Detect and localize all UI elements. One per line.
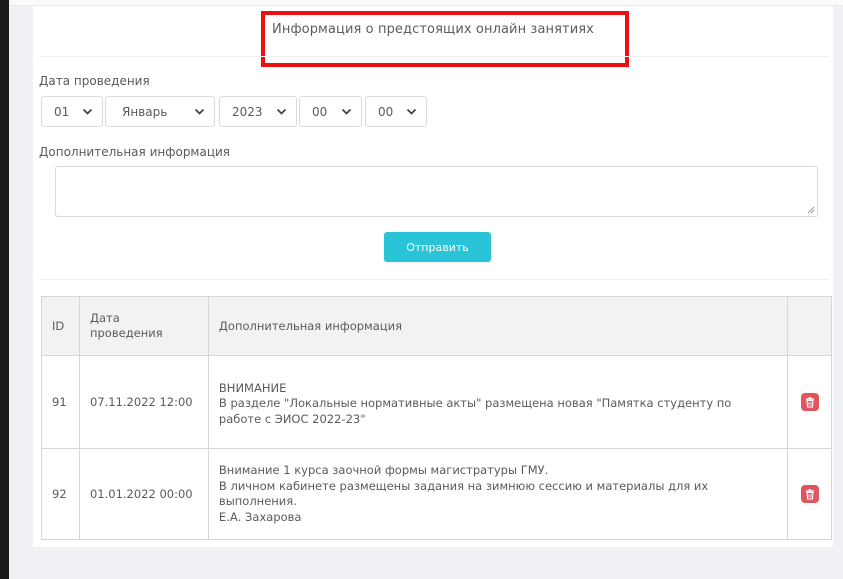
classes-table: ID Дата проведения Дополнительная информ… xyxy=(41,296,832,540)
trash-icon xyxy=(805,396,814,408)
additional-info-label: Дополнительная информация xyxy=(39,145,231,159)
header-id: ID xyxy=(41,296,80,356)
row-info: Внимание 1 курса заочной формы магистрат… xyxy=(207,448,789,540)
table-row: 91 07.11.2022 12:00 ВНИМАНИЕ В разделе "… xyxy=(41,355,832,449)
chevron-down-icon xyxy=(194,108,205,115)
minute-select[interactable]: 00 xyxy=(365,96,427,127)
header-actions xyxy=(787,296,832,356)
row-id: 91 xyxy=(41,355,80,449)
row-actions xyxy=(787,355,832,449)
year-select-value: 2023 xyxy=(232,104,263,119)
header-date-text: Дата проведения xyxy=(89,311,163,340)
minute-select-value: 00 xyxy=(378,104,394,119)
row-info-line: Е.А. Захарова xyxy=(218,509,302,524)
chevron-down-icon xyxy=(82,108,93,115)
month-select-value: Январь xyxy=(122,104,168,119)
row-info: ВНИМАНИЕ В разделе "Локальные нормативны… xyxy=(207,355,789,449)
row-id: 92 xyxy=(41,448,80,540)
form-divider xyxy=(39,279,829,280)
hour-select[interactable]: 00 xyxy=(299,96,362,127)
table-row: 92 01.01.2022 00:00 Внимание 1 курса зао… xyxy=(41,448,832,540)
row-info-line: В личном кабинете размещены задания на з… xyxy=(218,478,709,509)
header-date: Дата проведения xyxy=(78,296,209,356)
window-left-edge xyxy=(0,0,9,579)
day-select[interactable]: 01 xyxy=(41,96,103,127)
online-classes-card: Информация о предстоящих онлайн занятиях… xyxy=(33,6,833,547)
delete-button[interactable] xyxy=(800,393,819,411)
day-select-value: 01 xyxy=(54,104,70,119)
submit-button[interactable]: Отправить xyxy=(384,232,491,262)
trash-icon xyxy=(805,488,814,500)
date-label: Дата проведения xyxy=(39,74,150,88)
row-info-line: В разделе "Локальные нормативные акты" р… xyxy=(218,396,732,426)
title-highlight-box xyxy=(261,11,629,67)
table-header-row: ID Дата проведения Дополнительная информ… xyxy=(41,296,832,356)
row-actions xyxy=(787,448,832,540)
title-divider xyxy=(39,56,829,57)
row-info-line: ВНИМАНИЕ xyxy=(218,380,287,395)
year-select[interactable]: 2023 xyxy=(219,96,297,127)
hour-select-value: 00 xyxy=(312,104,328,119)
delete-button[interactable] xyxy=(800,485,819,503)
month-select[interactable]: Январь xyxy=(105,96,215,127)
chevron-down-icon xyxy=(276,108,287,115)
chevron-down-icon xyxy=(341,108,352,115)
additional-info-textarea[interactable] xyxy=(55,166,818,217)
header-info: Дополнительная информация xyxy=(207,296,789,356)
row-info-line: Внимание 1 курса заочной формы магистрат… xyxy=(218,463,549,477)
resize-grip-icon[interactable] xyxy=(807,206,815,214)
row-date: 07.11.2022 12:00 xyxy=(78,355,209,449)
row-date: 01.01.2022 00:00 xyxy=(78,448,209,540)
chevron-down-icon xyxy=(406,108,417,115)
